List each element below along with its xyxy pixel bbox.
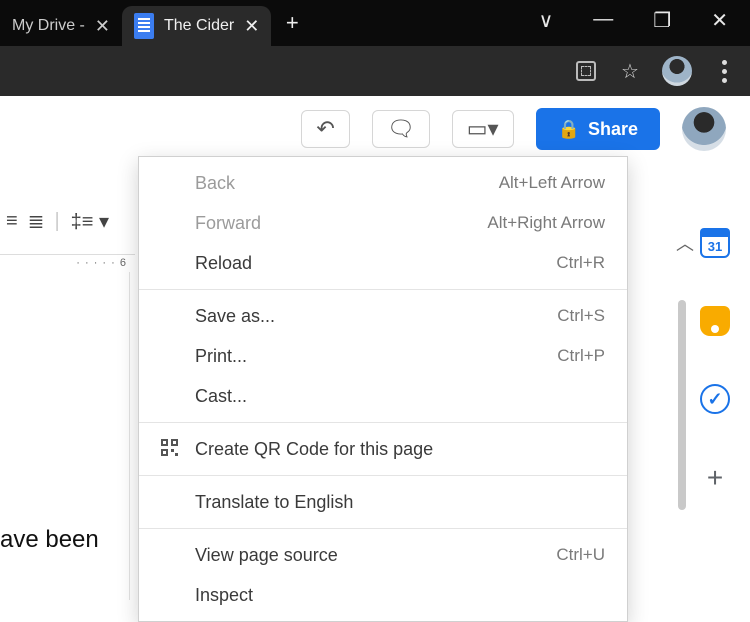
menu-item-print[interactable]: Print...Ctrl+P: [139, 336, 627, 376]
menu-item-label: Reload: [195, 253, 556, 274]
keep-icon[interactable]: [700, 306, 730, 336]
menu-item-shortcut: Alt+Right Arrow: [487, 213, 605, 233]
menu-item-label: Inspect: [195, 585, 605, 606]
side-panel: 31 ✓ +: [694, 228, 736, 494]
menu-item-shortcut: Alt+Left Arrow: [499, 173, 605, 193]
document-body-text[interactable]: ave been: [0, 526, 99, 554]
minimize-icon[interactable]: —: [593, 8, 613, 33]
collapse-chevron-icon[interactable]: ︿: [676, 230, 694, 256]
menu-item-inspect[interactable]: Inspect: [139, 575, 627, 615]
tab-my-drive[interactable]: My Drive - ✕: [0, 6, 122, 46]
add-addon-icon[interactable]: +: [707, 462, 723, 494]
share-label: Share: [588, 119, 638, 140]
ruler: · · · · · 6: [0, 254, 135, 269]
line-spacing-button[interactable]: ‡≡ ▾: [70, 208, 110, 235]
menu-separator: [139, 475, 627, 476]
tab-label: My Drive -: [12, 17, 85, 35]
present-button[interactable]: ▭▾: [452, 110, 514, 148]
format-toolbar-fragment: ≡ ≣ | ‡≡ ▾: [6, 208, 110, 235]
kebab-menu-icon[interactable]: [712, 59, 736, 83]
menu-item-label: Print...: [195, 346, 557, 367]
menu-item-label: Forward: [195, 213, 487, 234]
calendar-icon[interactable]: 31: [700, 228, 730, 258]
menu-item-label: Back: [195, 173, 499, 194]
scan-icon[interactable]: [574, 59, 598, 83]
google-docs-icon: [134, 13, 154, 39]
lock-icon: 🔒: [558, 119, 580, 140]
menu-item-save-as[interactable]: Save as...Ctrl+S: [139, 296, 627, 336]
tab-search-icon[interactable]: ∨: [539, 8, 554, 33]
star-icon[interactable]: ☆: [618, 59, 642, 83]
restore-icon[interactable]: ❐: [653, 8, 671, 33]
close-icon[interactable]: ✕: [244, 17, 259, 35]
menu-separator: [139, 528, 627, 529]
docs-toolbar: ↶ 🗨 ▭▾ 🔒 Share: [0, 96, 750, 162]
menu-item-back: BackAlt+Left Arrow: [139, 163, 627, 203]
menu-item-shortcut: Ctrl+U: [556, 545, 605, 565]
share-button[interactable]: 🔒 Share: [536, 108, 660, 150]
tab-the-cider[interactable]: The Cider ✕: [122, 6, 271, 46]
browser-titlebar: My Drive - ✕ The Cider ✕ + ∨ — ❐ ✕: [0, 0, 750, 46]
menu-item-label: Create QR Code for this page: [195, 439, 605, 460]
profile-avatar[interactable]: [662, 56, 692, 86]
menu-item-cast[interactable]: Cast...: [139, 376, 627, 416]
scrollbar-thumb[interactable]: [678, 300, 686, 510]
menu-item-shortcut: Ctrl+P: [557, 346, 605, 366]
context-menu: BackAlt+Left ArrowForwardAlt+Right Arrow…: [138, 156, 628, 622]
menu-separator: [139, 422, 627, 423]
menu-separator: [139, 289, 627, 290]
menu-item-reload[interactable]: ReloadCtrl+R: [139, 243, 627, 283]
doc-history-button[interactable]: ↶: [301, 110, 349, 148]
align-justify-icon[interactable]: ≣: [28, 209, 45, 234]
account-avatar[interactable]: [682, 107, 726, 151]
comment-button[interactable]: 🗨: [372, 110, 430, 148]
browser-toolbar: ☆: [0, 46, 750, 96]
menu-item-label: Cast...: [195, 386, 605, 407]
menu-item-label: Save as...: [195, 306, 557, 327]
menu-item-label: View page source: [195, 545, 556, 566]
menu-item-forward: ForwardAlt+Right Arrow: [139, 203, 627, 243]
menu-item-shortcut: Ctrl+S: [557, 306, 605, 326]
window-controls: ∨ — ❐ ✕: [539, 8, 750, 33]
tab-label: The Cider: [164, 17, 234, 35]
menu-item-shortcut: Ctrl+R: [556, 253, 605, 273]
qr-code-icon: [161, 439, 195, 459]
tasks-icon[interactable]: ✓: [700, 384, 730, 414]
menu-item-create-qr-code-for-this-page[interactable]: Create QR Code for this page: [139, 429, 627, 469]
close-icon[interactable]: ✕: [711, 8, 728, 33]
close-icon[interactable]: ✕: [95, 17, 110, 35]
new-tab-button[interactable]: +: [277, 10, 307, 36]
align-left-icon[interactable]: ≡: [6, 210, 18, 233]
menu-item-view-page-source[interactable]: View page sourceCtrl+U: [139, 535, 627, 575]
menu-item-label: Translate to English: [195, 492, 605, 513]
menu-item-translate-to-english[interactable]: Translate to English: [139, 482, 627, 522]
